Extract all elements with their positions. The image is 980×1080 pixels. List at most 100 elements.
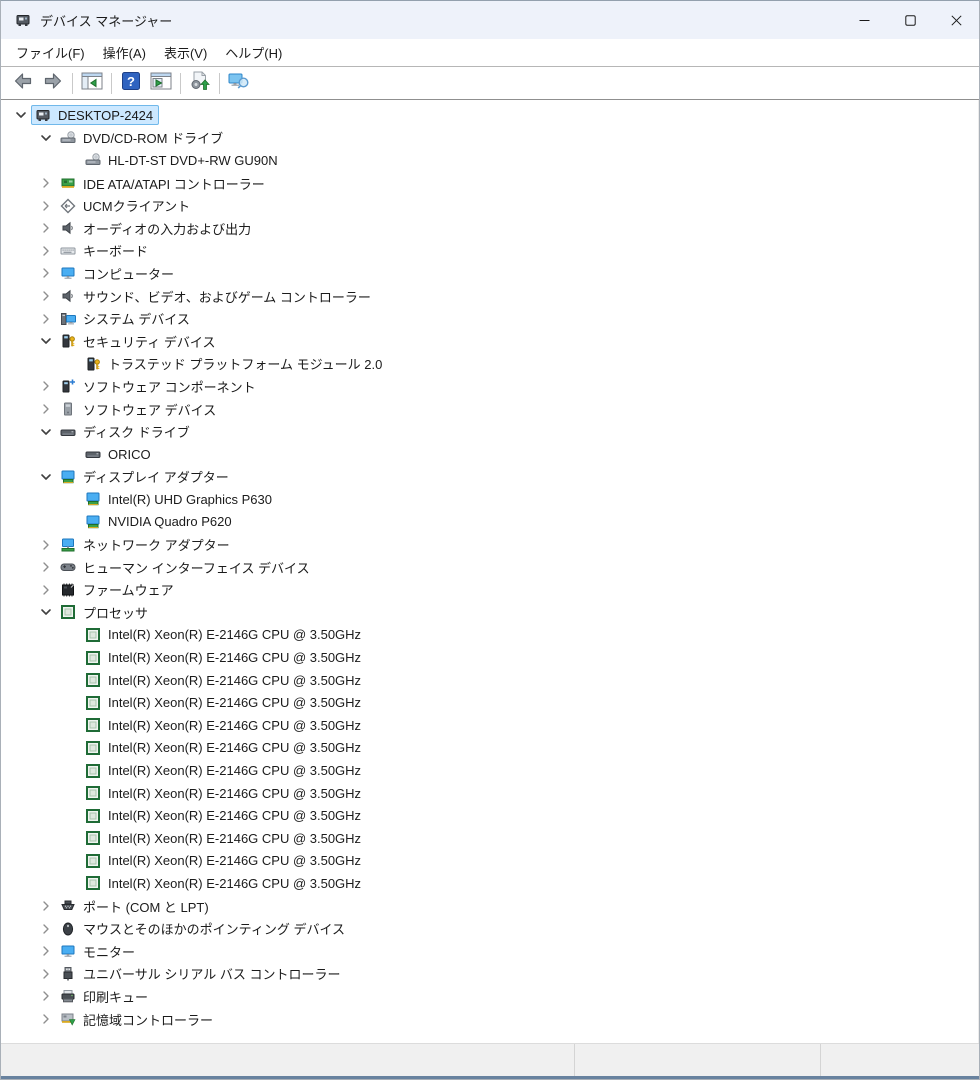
chevron-right-icon[interactable] xyxy=(35,401,56,417)
chevron-right-icon[interactable] xyxy=(35,921,56,937)
chevron-down-icon[interactable] xyxy=(35,604,56,620)
menu-file[interactable]: ファイル(F) xyxy=(7,39,94,66)
tree-item[interactable]: ソフトウェア デバイス xyxy=(1,398,978,421)
chevron-down-icon[interactable] xyxy=(35,333,56,349)
chevron-right-icon[interactable] xyxy=(35,988,56,1004)
tree-item[interactable]: コンピューター xyxy=(1,262,978,285)
tree-item[interactable]: サウンド、ビデオ、およびゲーム コントローラー xyxy=(1,285,978,308)
scan-hardware-changes-button[interactable] xyxy=(185,70,215,97)
tree-item[interactable]: Intel(R) Xeon(R) E-2146G CPU @ 3.50GHz xyxy=(1,872,978,895)
tree-item[interactable]: ネットワーク アダプター xyxy=(1,533,978,556)
device-tree: DESKTOP-2424 DVD/CD-ROM ドライブ HL-DT-ST DVD+… xyxy=(1,100,979,1043)
tree-item[interactable]: HL-DT-ST DVD+-RW GU90N xyxy=(1,149,978,172)
computer-device-icon xyxy=(34,107,52,123)
tree-item[interactable]: Intel(R) Xeon(R) E-2146G CPU @ 3.50GHz xyxy=(1,624,978,647)
disk-drive-icon xyxy=(84,446,102,462)
tree-item[interactable]: Intel(R) Xeon(R) E-2146G CPU @ 3.50GHz xyxy=(1,646,978,669)
chevron-right-icon[interactable] xyxy=(35,378,56,394)
chevron-none xyxy=(60,627,81,643)
tree-item[interactable]: マウスとそのほかのポインティング デバイス xyxy=(1,917,978,940)
chevron-right-icon[interactable] xyxy=(35,175,56,191)
chevron-right-icon[interactable] xyxy=(35,1011,56,1027)
tree-item[interactable]: 印刷キュー xyxy=(1,985,978,1008)
display-adapter-icon xyxy=(59,469,77,485)
menu-action[interactable]: 操作(A) xyxy=(94,39,155,66)
tree-item[interactable]: Intel(R) UHD Graphics P630 xyxy=(1,488,978,511)
tree-item[interactable]: IDE ATA/ATAPI コントローラー xyxy=(1,172,978,195)
chevron-right-icon[interactable] xyxy=(35,898,56,914)
tree-item[interactable]: キーボード xyxy=(1,240,978,263)
tree-item[interactable]: Intel(R) Xeon(R) E-2146G CPU @ 3.50GHz xyxy=(1,669,978,692)
tree-item[interactable]: トラステッド プラットフォーム モジュール 2.0 xyxy=(1,353,978,376)
tree-item[interactable]: DESKTOP-2424 xyxy=(1,104,978,127)
processor-icon xyxy=(59,604,77,620)
properties-button[interactable] xyxy=(146,70,176,97)
tree-item[interactable]: ファームウェア xyxy=(1,578,978,601)
forward-button[interactable] xyxy=(38,70,68,97)
tree-item[interactable]: Intel(R) Xeon(R) E-2146G CPU @ 3.50GHz xyxy=(1,691,978,714)
chevron-right-icon[interactable] xyxy=(35,288,56,304)
processor-icon xyxy=(84,853,102,869)
tree-item[interactable]: ORICO xyxy=(1,443,978,466)
tree-item[interactable]: Intel(R) Xeon(R) E-2146G CPU @ 3.50GHz xyxy=(1,782,978,805)
chevron-down-icon[interactable] xyxy=(10,107,31,123)
chevron-right-icon[interactable] xyxy=(35,966,56,982)
tree-item[interactable]: ディスク ドライブ xyxy=(1,420,978,443)
tree-item-label: システム デバイス xyxy=(83,312,190,328)
chevron-right-icon[interactable] xyxy=(35,265,56,281)
menu-help[interactable]: ヘルプ(H) xyxy=(216,39,291,66)
show-console-tree-button[interactable] xyxy=(77,70,107,97)
chevron-right-icon[interactable] xyxy=(35,559,56,575)
tree-item[interactable]: オーディオの入力および出力 xyxy=(1,217,978,240)
chevron-right-icon[interactable] xyxy=(35,582,56,598)
toolbar-separator xyxy=(180,72,181,94)
back-button[interactable] xyxy=(8,70,38,97)
tree-item[interactable]: システム デバイス xyxy=(1,307,978,330)
close-button[interactable] xyxy=(933,1,979,39)
chevron-down-icon[interactable] xyxy=(35,469,56,485)
chevron-right-icon[interactable] xyxy=(35,537,56,553)
tree-item[interactable]: Intel(R) Xeon(R) E-2146G CPU @ 3.50GHz xyxy=(1,714,978,737)
tree-item-label: Intel(R) UHD Graphics P630 xyxy=(108,491,272,507)
tree-item[interactable]: Intel(R) Xeon(R) E-2146G CPU @ 3.50GHz xyxy=(1,827,978,850)
tree-item[interactable]: ディスプレイ アダプター xyxy=(1,466,978,489)
chevron-right-icon[interactable] xyxy=(35,220,56,236)
tree-item[interactable]: UCMクライアント xyxy=(1,194,978,217)
chevron-down-icon[interactable] xyxy=(35,424,56,440)
help-button[interactable]: ? xyxy=(116,70,146,97)
tree-item[interactable]: ソフトウェア コンポーネント xyxy=(1,375,978,398)
maximize-button[interactable] xyxy=(887,1,933,39)
forward-icon xyxy=(42,70,64,97)
chevron-right-icon[interactable] xyxy=(35,198,56,214)
tree-item[interactable]: プロセッサ xyxy=(1,601,978,624)
tree-item[interactable]: ユニバーサル シリアル バス コントローラー xyxy=(1,963,978,986)
display-adapter-icon xyxy=(84,514,102,530)
tree-item[interactable]: ポート (COM と LPT) xyxy=(1,895,978,918)
chevron-down-icon[interactable] xyxy=(35,130,56,146)
tree-item[interactable]: NVIDIA Quadro P620 xyxy=(1,511,978,534)
disk-drive-icon xyxy=(59,424,77,440)
tree-item[interactable]: Intel(R) Xeon(R) E-2146G CPU @ 3.50GHz xyxy=(1,737,978,760)
tree-item-label: Intel(R) Xeon(R) E-2146G CPU @ 3.50GHz xyxy=(108,695,362,711)
tree-item[interactable]: セキュリティ デバイス xyxy=(1,330,978,353)
ide-controller-icon xyxy=(59,175,77,191)
chevron-right-icon[interactable] xyxy=(35,943,56,959)
chevron-none xyxy=(60,514,81,530)
chevron-right-icon[interactable] xyxy=(35,243,56,259)
menu-view[interactable]: 表示(V) xyxy=(155,39,216,66)
tree-item[interactable]: Intel(R) Xeon(R) E-2146G CPU @ 3.50GHz xyxy=(1,850,978,873)
minimize-button[interactable] xyxy=(841,1,887,39)
tree-item[interactable]: DVD/CD-ROM ドライブ xyxy=(1,127,978,150)
tree-item-label: ソフトウェア コンポーネント xyxy=(83,379,256,395)
tree-item[interactable]: ヒューマン インターフェイス デバイス xyxy=(1,556,978,579)
tree-item-label: Intel(R) Xeon(R) E-2146G CPU @ 3.50GHz xyxy=(108,785,362,801)
toolbar-separator xyxy=(72,72,73,94)
tree-item[interactable]: Intel(R) Xeon(R) E-2146G CPU @ 3.50GHz xyxy=(1,759,978,782)
tree-item[interactable]: 記憶域コントローラー xyxy=(1,1008,978,1031)
chevron-right-icon[interactable] xyxy=(35,311,56,327)
devices-view-button[interactable] xyxy=(224,70,254,97)
statusbar-separator xyxy=(820,1044,821,1076)
tree-item[interactable]: Intel(R) Xeon(R) E-2146G CPU @ 3.50GHz xyxy=(1,804,978,827)
tree-item[interactable]: モニター xyxy=(1,940,978,963)
window-title: デバイス マネージャー xyxy=(40,13,173,29)
